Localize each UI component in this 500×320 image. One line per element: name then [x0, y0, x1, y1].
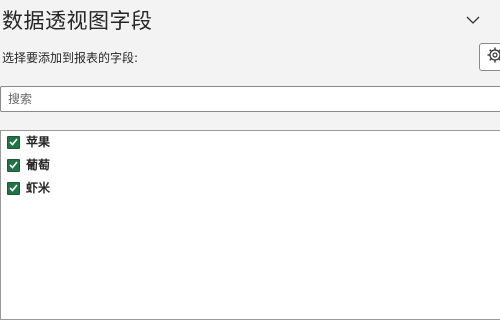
gear-icon [487, 47, 500, 67]
field-label: 苹果 [26, 135, 51, 149]
collapse-pane-button[interactable] [463, 9, 483, 29]
field-item-shrimp[interactable]: 虾米 [7, 179, 50, 197]
field-item-grape[interactable]: 葡萄 [7, 156, 50, 174]
search-input[interactable] [1, 87, 500, 111]
field-chooser-subtitle: 选择要添加到报表的字段: [2, 51, 139, 65]
field-item-apple[interactable]: 苹果 [7, 133, 50, 151]
field-list: 苹果 葡萄 虾米 [0, 130, 500, 320]
checkbox-checked-icon[interactable] [7, 135, 20, 149]
field-label: 葡萄 [26, 158, 51, 172]
checkbox-checked-icon[interactable] [7, 158, 20, 172]
field-label: 虾米 [26, 181, 51, 195]
pane-title: 数据透视图字段 [2, 9, 153, 33]
chevron-down-icon [466, 10, 480, 29]
field-settings-button[interactable] [479, 43, 500, 71]
search-box[interactable] [0, 86, 500, 112]
checkbox-checked-icon[interactable] [7, 181, 20, 195]
